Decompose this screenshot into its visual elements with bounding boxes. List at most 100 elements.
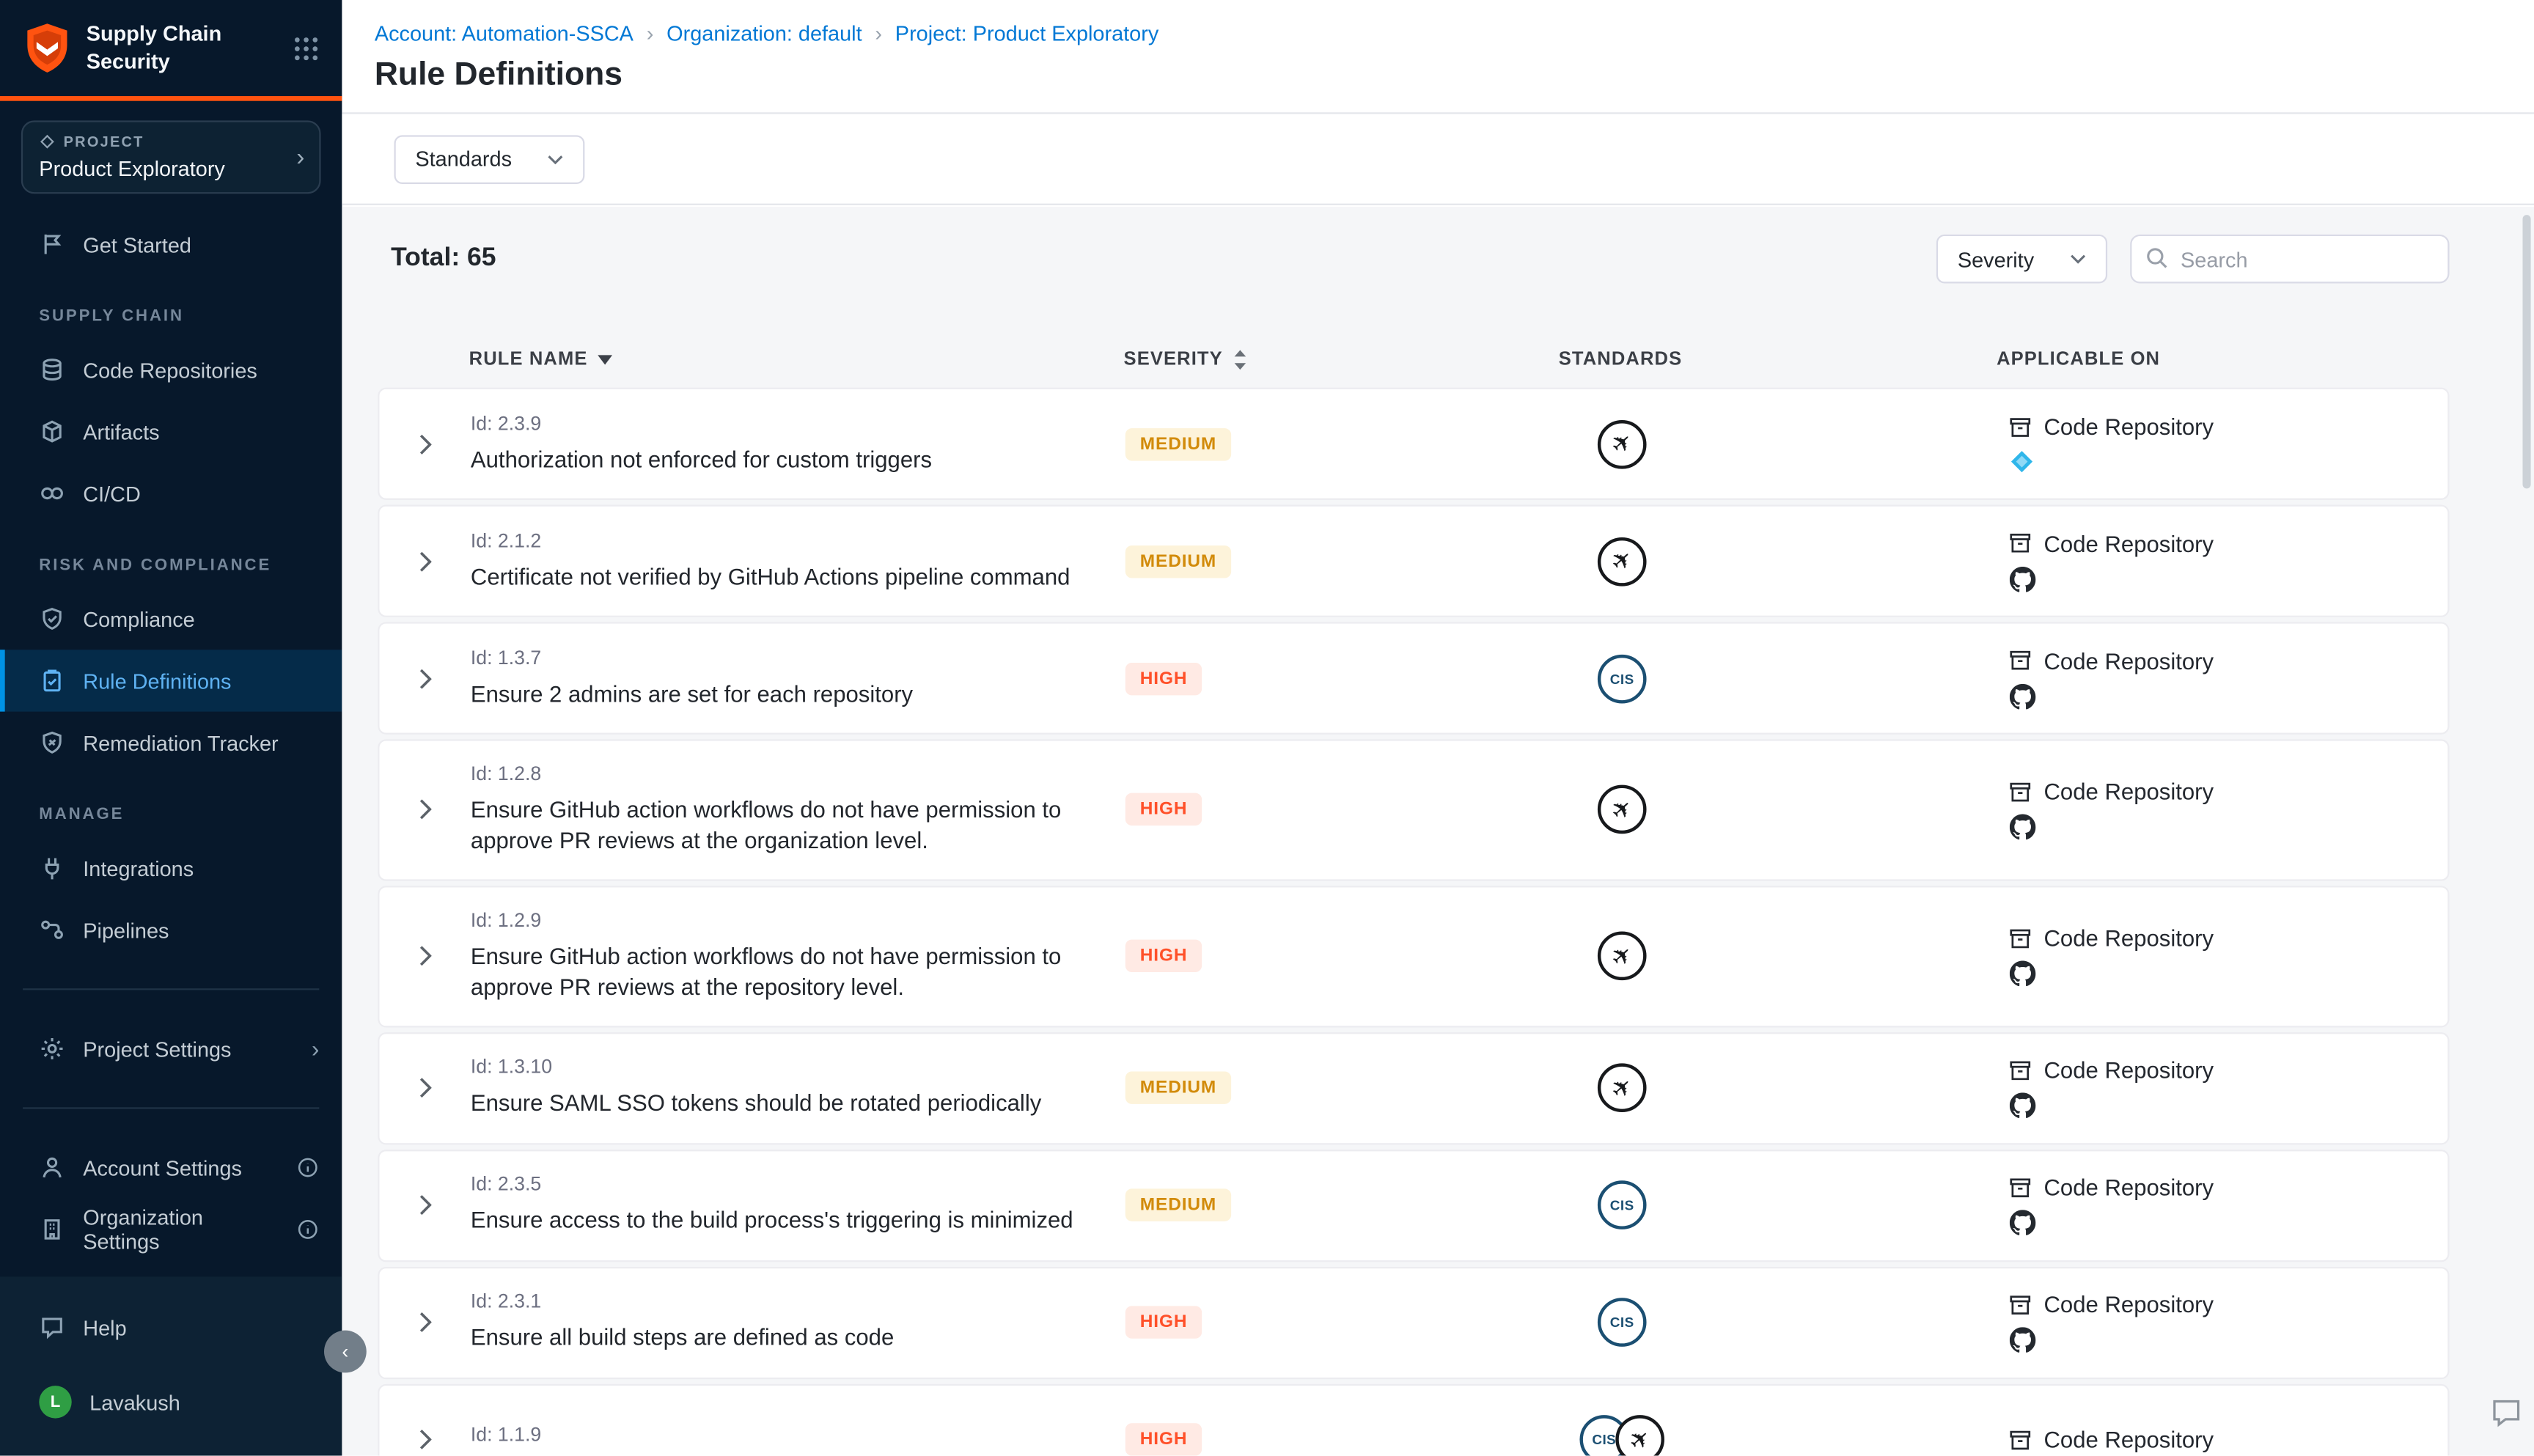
table-row[interactable]: Id: 2.3.9 Authorization not enforced for… — [378, 388, 2449, 500]
sidebar-item-code-repositories[interactable]: Code Repositories — [0, 339, 342, 400]
applicable-on-label: Code Repository — [2043, 1427, 2214, 1453]
severity-badge: MEDIUM — [1125, 427, 1231, 460]
table-row[interactable]: Id: 1.3.7 Ensure 2 admins are set for ea… — [378, 622, 2449, 734]
sidebar-item-label: Pipelines — [83, 918, 169, 942]
sidebar-item-integrations[interactable]: Integrations — [0, 837, 342, 899]
severity-badge: MEDIUM — [1125, 1189, 1231, 1221]
sidebar-item-compliance[interactable]: Compliance — [0, 588, 342, 650]
sidebar-item-label: Artifacts — [83, 419, 159, 444]
sidebar-collapse-handle[interactable]: ‹ — [324, 1331, 367, 1373]
sidebar-item-project-settings[interactable]: Project Settings › — [0, 1018, 342, 1079]
rule-id: Id: 1.3.10 — [471, 1056, 1106, 1078]
rule-name: Ensure 2 admins are set for each reposit… — [471, 678, 1106, 709]
row-expand-chevron[interactable] — [419, 550, 432, 573]
info-icon[interactable] — [296, 1218, 319, 1240]
rule-name: Authorization not enforced for custom tr… — [471, 444, 1106, 474]
rule-name: Ensure GitHub action workflows do not ha… — [471, 795, 1106, 856]
applicable-on-label: Code Repository — [2043, 647, 2214, 674]
severity-filter-dropdown[interactable]: Severity — [1936, 235, 2107, 284]
sidebar-item-remediation-tracker[interactable]: Remediation Tracker — [0, 712, 342, 773]
repository-icon — [2008, 926, 2032, 950]
support-chat-icon[interactable] — [2489, 1394, 2524, 1430]
severity-badge: HIGH — [1125, 662, 1202, 694]
breadcrumb-separator: › — [875, 21, 882, 45]
brand-header: Supply Chain Security — [0, 0, 342, 101]
rule-name: Ensure GitHub action workflows do not ha… — [471, 941, 1106, 1002]
sort-arrows-icon — [1233, 348, 1247, 371]
row-expand-chevron[interactable] — [419, 433, 432, 455]
github-icon — [2010, 961, 2036, 988]
project-selector[interactable]: PROJECT Product Exploratory › — [21, 120, 321, 194]
project-icon — [39, 133, 55, 150]
standard-icon-plane: ✈ — [1598, 785, 1647, 834]
table-row[interactable]: Id: 2.3.1 Ensure all build steps are def… — [378, 1266, 2449, 1378]
rules-content: Total: 65 Severity RULE NAME SEVERITY — [342, 207, 2534, 1456]
row-expand-chevron[interactable] — [419, 1311, 432, 1334]
sidebar-item-label: Compliance — [83, 606, 194, 630]
search-input[interactable] — [2130, 235, 2449, 284]
content-toolbar: Total: 65 Severity — [378, 235, 2449, 284]
page-header: Account: Automation-SSCA › Organization:… — [342, 0, 2534, 114]
row-expand-chevron[interactable] — [419, 1076, 432, 1099]
user-menu[interactable]: L Lavakush — [0, 1371, 342, 1433]
shield-check-icon — [39, 606, 65, 632]
sidebar-item-label: CI/CD — [83, 481, 141, 505]
info-icon[interactable] — [296, 1156, 319, 1179]
row-expand-chevron[interactable] — [419, 798, 432, 821]
project-name: Product Exploratory — [39, 156, 303, 180]
divider — [23, 988, 319, 990]
database-icon — [39, 356, 65, 383]
repository-icon — [2008, 1293, 2032, 1317]
severity-badge: HIGH — [1125, 940, 1202, 972]
repository-icon — [2008, 414, 2032, 438]
apps-grid-icon[interactable] — [293, 35, 320, 62]
row-expand-chevron[interactable] — [419, 667, 432, 690]
table-row[interactable]: Id: 1.2.8 Ensure GitHub action workflows… — [378, 739, 2449, 880]
rule-name: Ensure access to the build process's tri… — [471, 1205, 1106, 1236]
sidebar-item-organization-settings[interactable]: Organization Settings — [0, 1199, 342, 1260]
scrollbar-thumb[interactable] — [2522, 215, 2530, 488]
applicable-on-label: Code Repository — [2043, 779, 2214, 806]
sidebar-item-help[interactable]: Help — [0, 1296, 342, 1358]
sidebar-item-label: Organization Settings — [83, 1205, 279, 1254]
brand-title: Supply Chain Security — [87, 21, 221, 74]
breadcrumb-account-link[interactable]: Account: Automation-SSCA — [375, 21, 634, 45]
breadcrumb-project-link[interactable]: Project: Product Exploratory — [895, 21, 1159, 45]
github-icon — [2010, 1092, 2036, 1119]
applicable-on-label: Code Repository — [2043, 413, 2214, 440]
row-expand-chevron[interactable] — [419, 945, 432, 968]
standards-filter-dropdown[interactable]: Standards — [394, 134, 585, 183]
section-label-risk-and-compliance: RISK AND COMPLIANCE — [39, 557, 342, 575]
table-row[interactable]: Id: 1.3.10 Ensure SAML SSO tokens should… — [378, 1032, 2449, 1144]
breadcrumb: Account: Automation-SSCA › Organization:… — [375, 21, 2534, 45]
table-row[interactable]: Id: 2.3.5 Ensure access to the build pro… — [378, 1149, 2449, 1261]
app: Supply Chain Security PROJECT Product Ex… — [0, 0, 2534, 1456]
sidebar-item-artifacts[interactable]: Artifacts — [0, 400, 342, 462]
rule-name: Ensure SAML SSO tokens should be rotated… — [471, 1088, 1106, 1119]
applicable-on-label: Code Repository — [2043, 1057, 2214, 1084]
github-icon — [2010, 1210, 2036, 1236]
column-header-rule-name[interactable]: RULE NAME — [469, 350, 1124, 370]
shield-wrench-icon — [39, 729, 65, 756]
row-expand-chevron[interactable] — [419, 1428, 432, 1451]
total-count: Total: 65 — [391, 244, 496, 273]
sidebar-item-rule-definitions[interactable]: Rule Definitions — [0, 650, 342, 711]
severity-badge: HIGH — [1125, 1306, 1202, 1338]
table-row[interactable]: Id: 2.1.2 Certificate not verified by Gi… — [378, 505, 2449, 617]
sidebar-item-label: Account Settings — [83, 1155, 242, 1180]
sidebar-item-account-settings[interactable]: Account Settings — [0, 1136, 342, 1198]
table-row[interactable]: Id: 1.2.9 Ensure GitHub action workflows… — [378, 886, 2449, 1027]
table-row[interactable]: Id: 1.1.9 HIGH CIS ✈ Code Repository — [378, 1383, 2449, 1456]
sidebar-item-cicd[interactable]: CI/CD — [0, 463, 342, 524]
sidebar-item-label: Rule Definitions — [83, 669, 231, 693]
sidebar-item-pipelines[interactable]: Pipelines — [0, 899, 342, 960]
sidebar-item-label: Code Repositories — [83, 358, 257, 382]
column-header-severity[interactable]: SEVERITY — [1124, 348, 1417, 371]
repository-icon — [2008, 1175, 2032, 1199]
sidebar-item-get-started[interactable]: Get Started — [0, 213, 342, 275]
row-expand-chevron[interactable] — [419, 1194, 432, 1216]
breadcrumb-org-link[interactable]: Organization: default — [666, 21, 862, 45]
sidebar-item-label: Get Started — [83, 232, 191, 257]
standard-icon-cis: CIS — [1598, 1180, 1647, 1229]
blue-diamond-provider-icon — [2010, 449, 2034, 474]
